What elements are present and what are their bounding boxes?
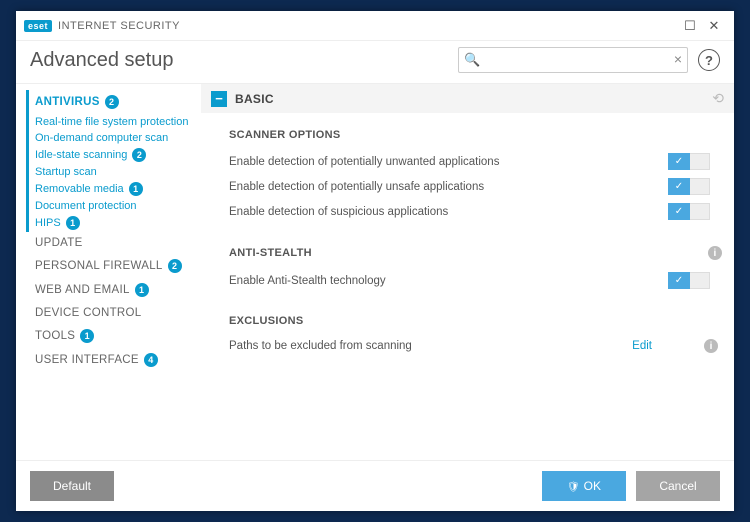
sidebar-item[interactable]: Startup scan <box>26 164 201 180</box>
content: − BASIC ⟲ SCANNER OPTIONS Enable detectio… <box>201 84 734 460</box>
sidebar-category[interactable]: PERSONAL FIREWALL2 <box>26 254 201 278</box>
group-title: SCANNER OPTIONS <box>229 129 718 141</box>
section-header: − BASIC ⟲ <box>201 84 734 113</box>
sidebar-item[interactable]: Document protection <box>26 198 201 214</box>
badge: 1 <box>129 182 143 196</box>
setting-label: Paths to be excluded from scanning <box>229 340 632 352</box>
page-title: Advanced setup <box>30 49 448 72</box>
edit-link[interactable]: Edit <box>632 340 652 352</box>
help-icon[interactable]: ? <box>698 49 720 71</box>
ok-button-label: OK <box>584 479 601 493</box>
window-close-icon[interactable]: ✕ <box>702 16 726 36</box>
section-title: BASIC <box>235 92 704 106</box>
shield-icon <box>567 479 580 493</box>
badge: 1 <box>80 329 94 343</box>
info-icon[interactable]: i <box>704 339 718 353</box>
toggle[interactable]: ✓ <box>668 153 710 170</box>
info-icon[interactable]: i <box>708 246 722 260</box>
brand-text: INTERNET SECURITY <box>58 20 180 32</box>
brand-logo: eset <box>24 20 52 32</box>
ok-button[interactable]: OK <box>542 471 626 501</box>
undo-icon[interactable]: ⟲ <box>712 90 724 107</box>
toggle-knob: ✓ <box>668 153 690 170</box>
sidebar-category[interactable]: TOOLS1 <box>26 324 201 348</box>
window-maximize-icon[interactable]: ☐ <box>678 16 702 36</box>
collapse-icon[interactable]: − <box>211 91 227 107</box>
badge: 1 <box>135 283 149 297</box>
badge: 2 <box>132 148 146 162</box>
setting-row: Enable detection of suspicious applicati… <box>229 199 718 224</box>
body: ANTIVIRUS2Real-time file system protecti… <box>16 83 734 460</box>
toggle-knob: ✓ <box>668 203 690 220</box>
toggle-knob: ✓ <box>668 272 690 289</box>
search-field: 🔍 × <box>458 47 688 73</box>
setting-row: Enable detection of potentially unsafe a… <box>229 174 718 199</box>
sidebar-item[interactable]: On-demand computer scan <box>26 130 201 146</box>
setting-label: Enable Anti-Stealth technology <box>229 275 668 287</box>
sidebar-item[interactable]: Real-time file system protection <box>26 114 201 130</box>
setting-row: Enable detection of potentially unwanted… <box>229 149 718 174</box>
app-window: eset INTERNET SECURITY ☐ ✕ Advanced setu… <box>16 11 734 511</box>
sidebar: ANTIVIRUS2Real-time file system protecti… <box>16 84 201 460</box>
sidebar-category[interactable]: ANTIVIRUS2 <box>26 90 201 114</box>
clear-search-icon[interactable]: × <box>674 51 682 67</box>
header: Advanced setup 🔍 × ? <box>16 41 734 83</box>
toggle-knob: ✓ <box>668 178 690 195</box>
sidebar-category[interactable]: WEB AND EMAIL1 <box>26 278 201 302</box>
search-input[interactable] <box>458 47 688 73</box>
setting-row: Paths to be excluded from scanningEdit i <box>229 335 718 357</box>
badge: 2 <box>105 95 119 109</box>
default-button[interactable]: Default <box>30 471 114 501</box>
cancel-button[interactable]: Cancel <box>636 471 720 501</box>
sidebar-item[interactable]: Removable media1 <box>26 180 201 198</box>
group-title: ANTI-STEALTHi <box>229 246 718 260</box>
titlebar: eset INTERNET SECURITY ☐ ✕ <box>16 11 734 41</box>
badge: 4 <box>144 353 158 367</box>
toggle[interactable]: ✓ <box>668 203 710 220</box>
sidebar-category[interactable]: USER INTERFACE4 <box>26 348 201 372</box>
setting-row: Enable Anti-Stealth technology✓ <box>229 268 718 293</box>
sidebar-category[interactable]: DEVICE CONTROL <box>26 302 201 324</box>
toggle[interactable]: ✓ <box>668 178 710 195</box>
brand: eset INTERNET SECURITY <box>24 20 180 32</box>
sidebar-item[interactable]: Idle-state scanning2 <box>26 146 201 164</box>
setting-label: Enable detection of suspicious applicati… <box>229 206 668 218</box>
badge: 2 <box>168 259 182 273</box>
setting-label: Enable detection of potentially unsafe a… <box>229 181 668 193</box>
setting-label: Enable detection of potentially unwanted… <box>229 156 668 168</box>
section-body: SCANNER OPTIONS Enable detection of poten… <box>201 113 734 375</box>
sidebar-item[interactable]: HIPS1 <box>26 214 201 232</box>
toggle[interactable]: ✓ <box>668 272 710 289</box>
group-title: EXCLUSIONS <box>229 315 718 327</box>
badge: 1 <box>66 216 80 230</box>
sidebar-category[interactable]: UPDATE <box>26 232 201 254</box>
footer: Default OK Cancel <box>16 460 734 511</box>
